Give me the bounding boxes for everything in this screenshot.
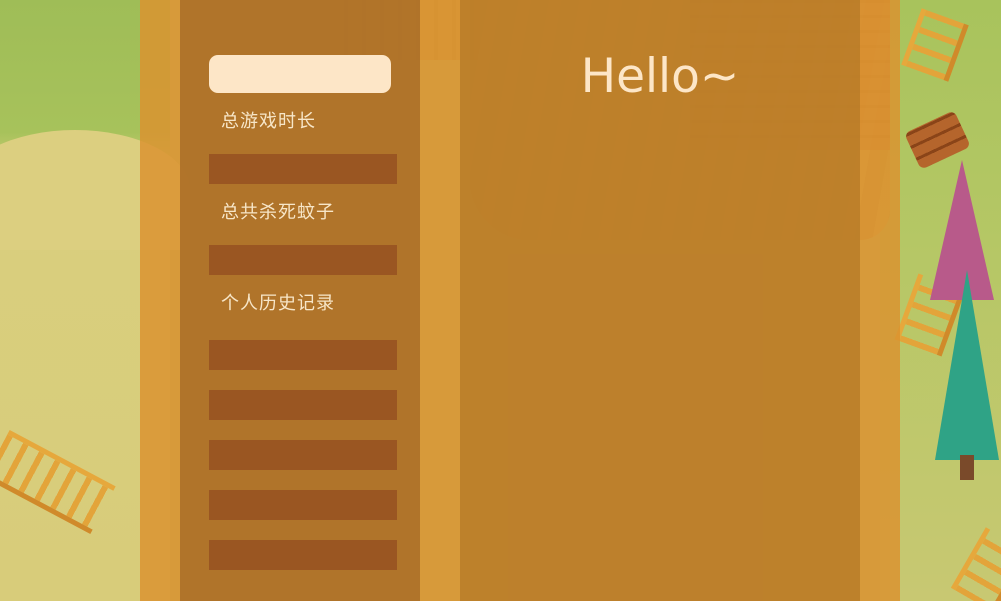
player-name-field[interactable]: [209, 55, 391, 93]
history-record-item[interactable]: [209, 340, 397, 370]
total-mosquitoes-killed-value: [209, 245, 397, 275]
history-record-item[interactable]: [209, 440, 397, 470]
history-record-item[interactable]: [209, 490, 397, 520]
total-play-time-value: [209, 154, 397, 184]
teal-pine-tree: [935, 270, 999, 460]
total-mosquitoes-killed-label: 总共杀死蚊子: [221, 202, 335, 223]
greeting-title: Hello~: [580, 49, 740, 104]
history-records-label: 个人历史记录: [221, 293, 335, 314]
history-record-item[interactable]: [209, 540, 397, 570]
total-play-time-label: 总游戏时长: [221, 111, 316, 132]
game-screen: 总游戏时长 总共杀死蚊子 个人历史记录 Hello~: [0, 0, 1001, 601]
history-record-item[interactable]: [209, 390, 397, 420]
tree-trunk: [960, 455, 974, 480]
